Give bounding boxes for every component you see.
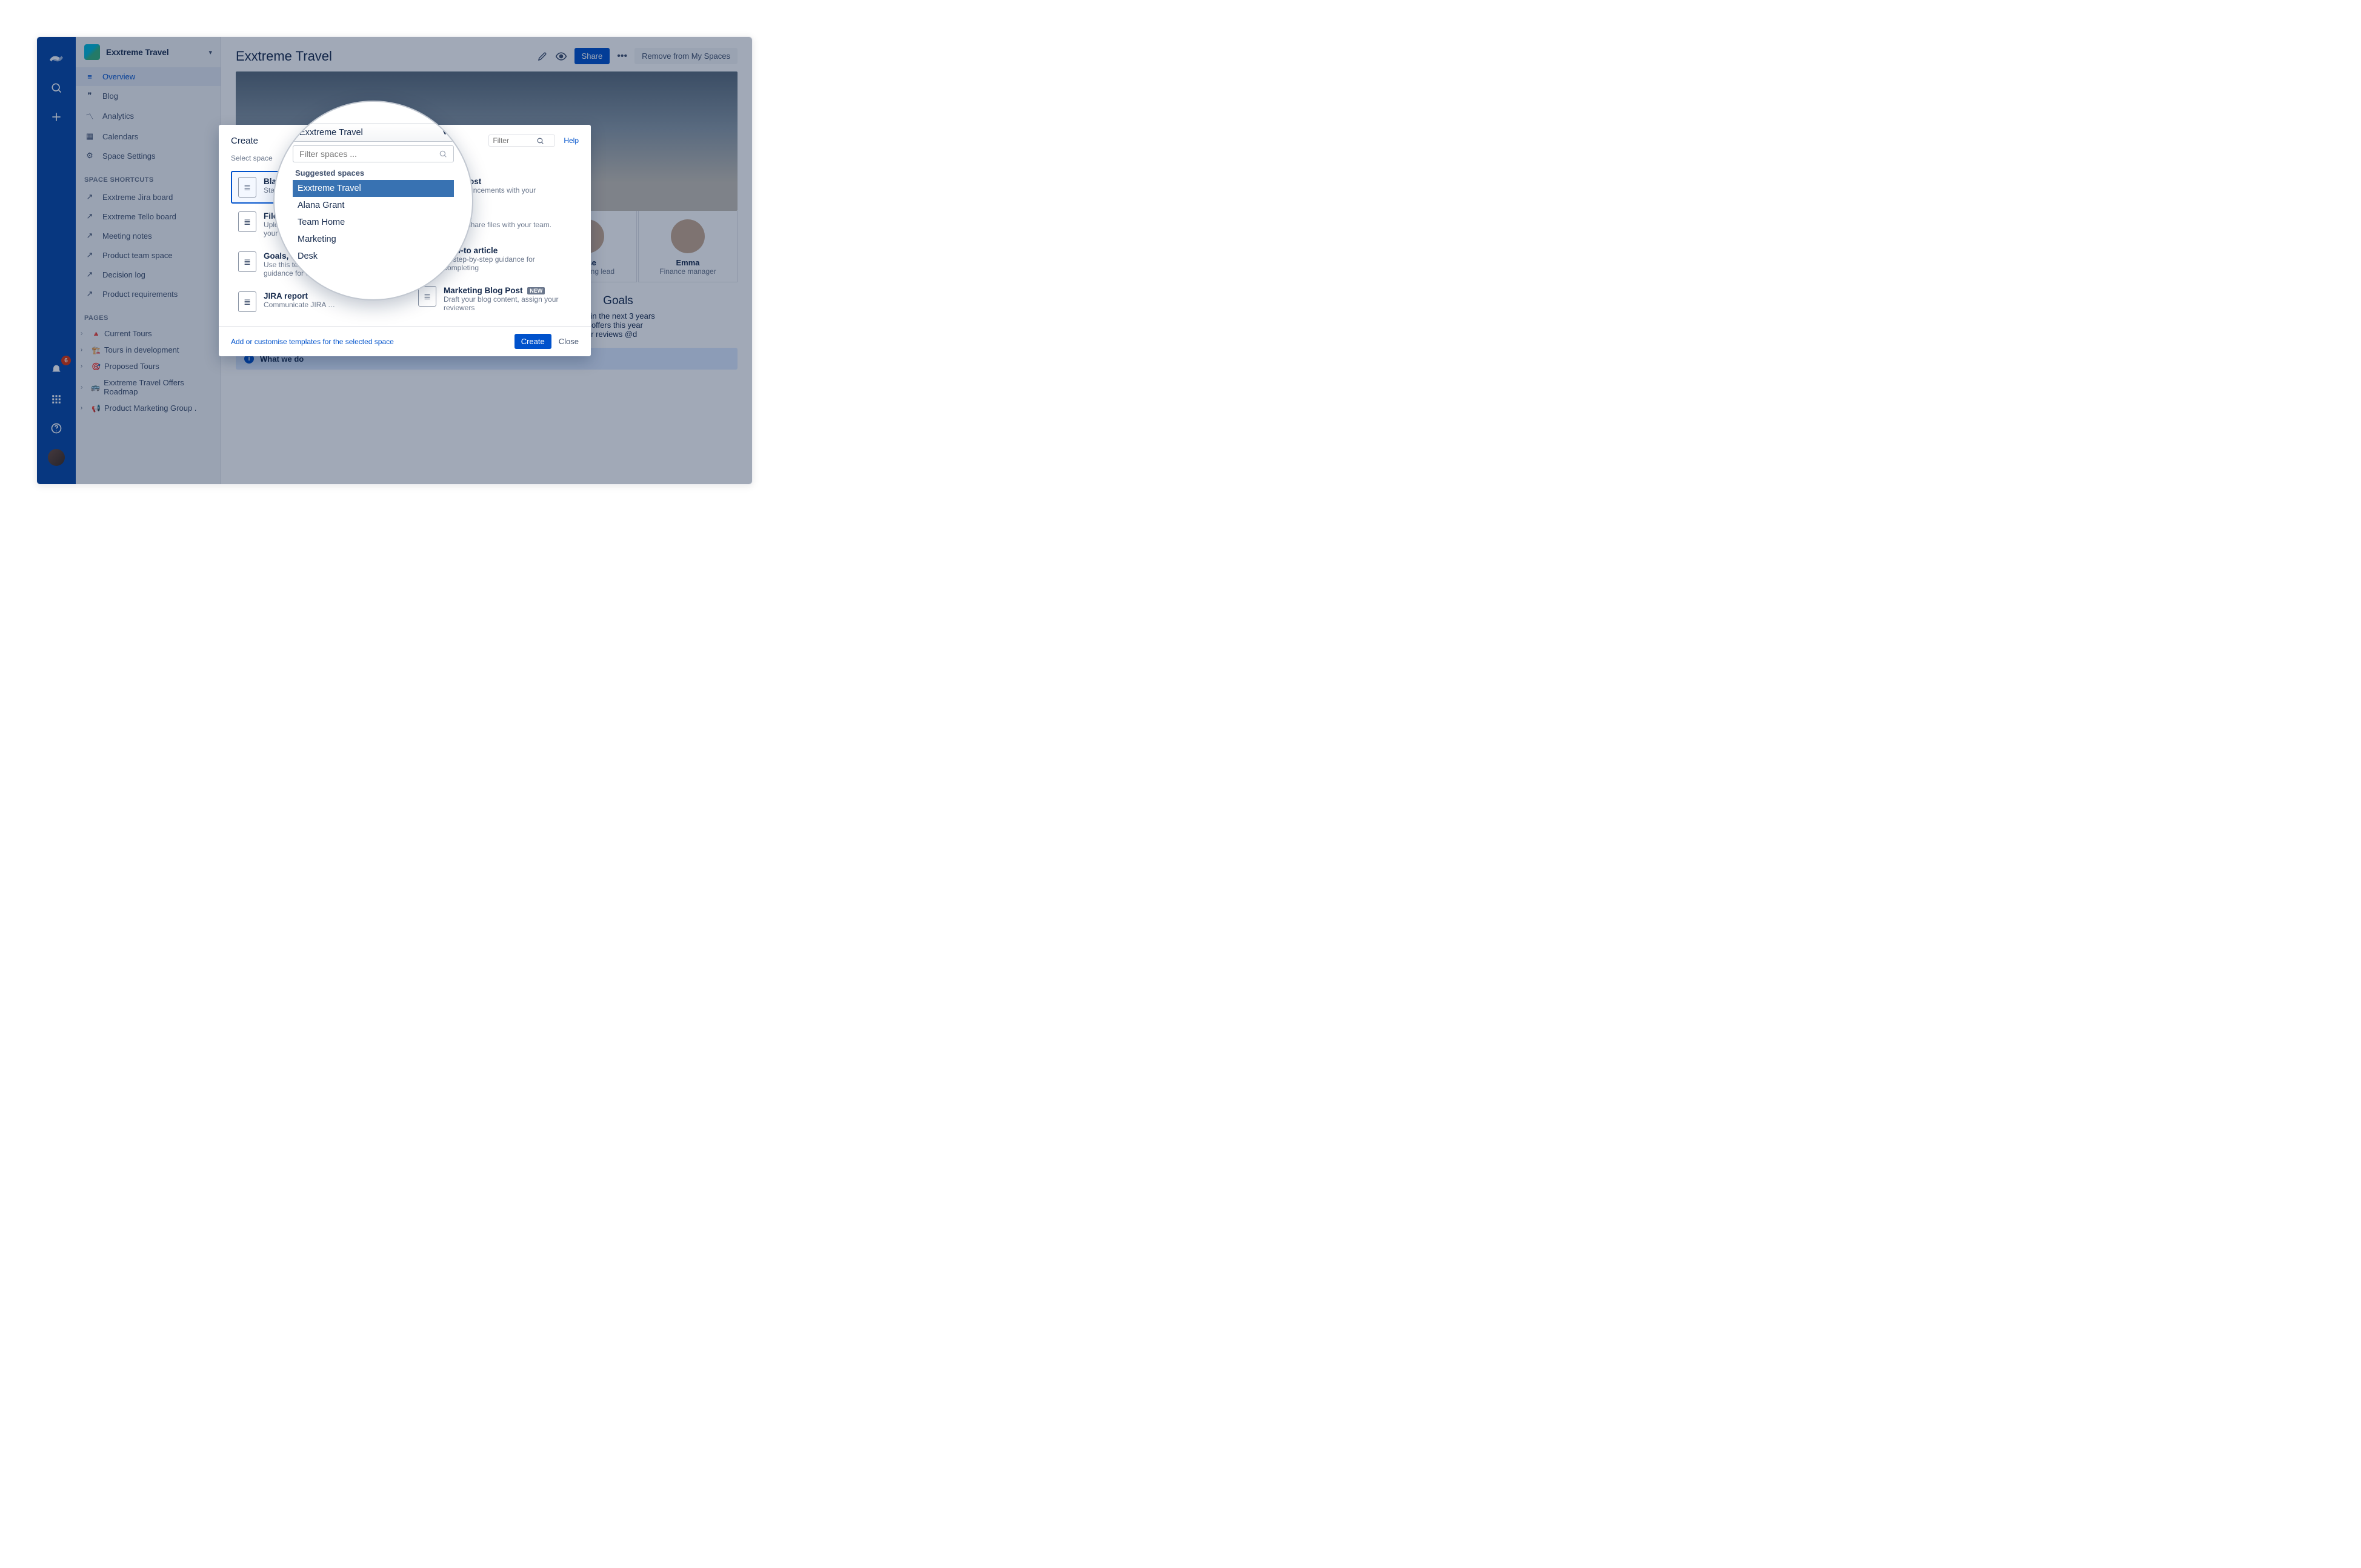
close-button[interactable]: Close [559,337,579,346]
space-filter-input[interactable] [293,145,454,162]
template-subtitle: Communicate JIRA … [264,301,335,309]
template-filter-input[interactable] [488,135,555,147]
template-title: How-to article [444,246,571,255]
customise-templates-link[interactable]: Add or customise templates for the selec… [231,337,514,346]
help-link[interactable]: Help [564,136,579,145]
suggested-spaces-label: Suggested spaces [293,166,454,180]
template-title: Marketing Blog Post NEW [444,286,571,295]
search-icon [536,137,544,145]
space-select-dropdown[interactable]: Exxtreme Travel ▾ [293,124,454,142]
document-icon: ≣ [238,251,256,272]
select-space-label: Select space [231,154,273,162]
template-subtitle: Draft your blog content, assign your rev… [444,295,571,312]
template-title: JIRA report [264,291,335,301]
space-option[interactable]: Alana Grant [293,197,454,214]
space-option[interactable]: Marketing [293,231,454,248]
document-icon: ≣ [238,291,256,312]
document-icon: ≣ [418,286,436,307]
template-subtitle: … step-by-step guidance for completing [444,255,571,272]
zoom-lens: Exxtreme Travel ▾ Suggested spaces Exxtr… [273,101,473,301]
document-icon: ≣ [238,177,256,198]
search-icon [439,150,447,158]
create-button[interactable]: Create [514,334,551,349]
app-frame: 6 Exxtreme Travel ▾ ≡Overview ❞Blog 〽Ana… [36,36,753,485]
new-badge: NEW [527,287,545,294]
template-option[interactable]: ≣ Marketing Blog Post NEWDraft your blog … [411,280,579,318]
space-select-value: Exxtreme Travel [299,128,363,138]
document-icon: ≣ [238,211,256,232]
space-option[interactable]: Exxtreme Travel [293,180,454,197]
space-option[interactable]: Desk [293,248,454,265]
space-option[interactable]: Team Home [293,214,454,231]
